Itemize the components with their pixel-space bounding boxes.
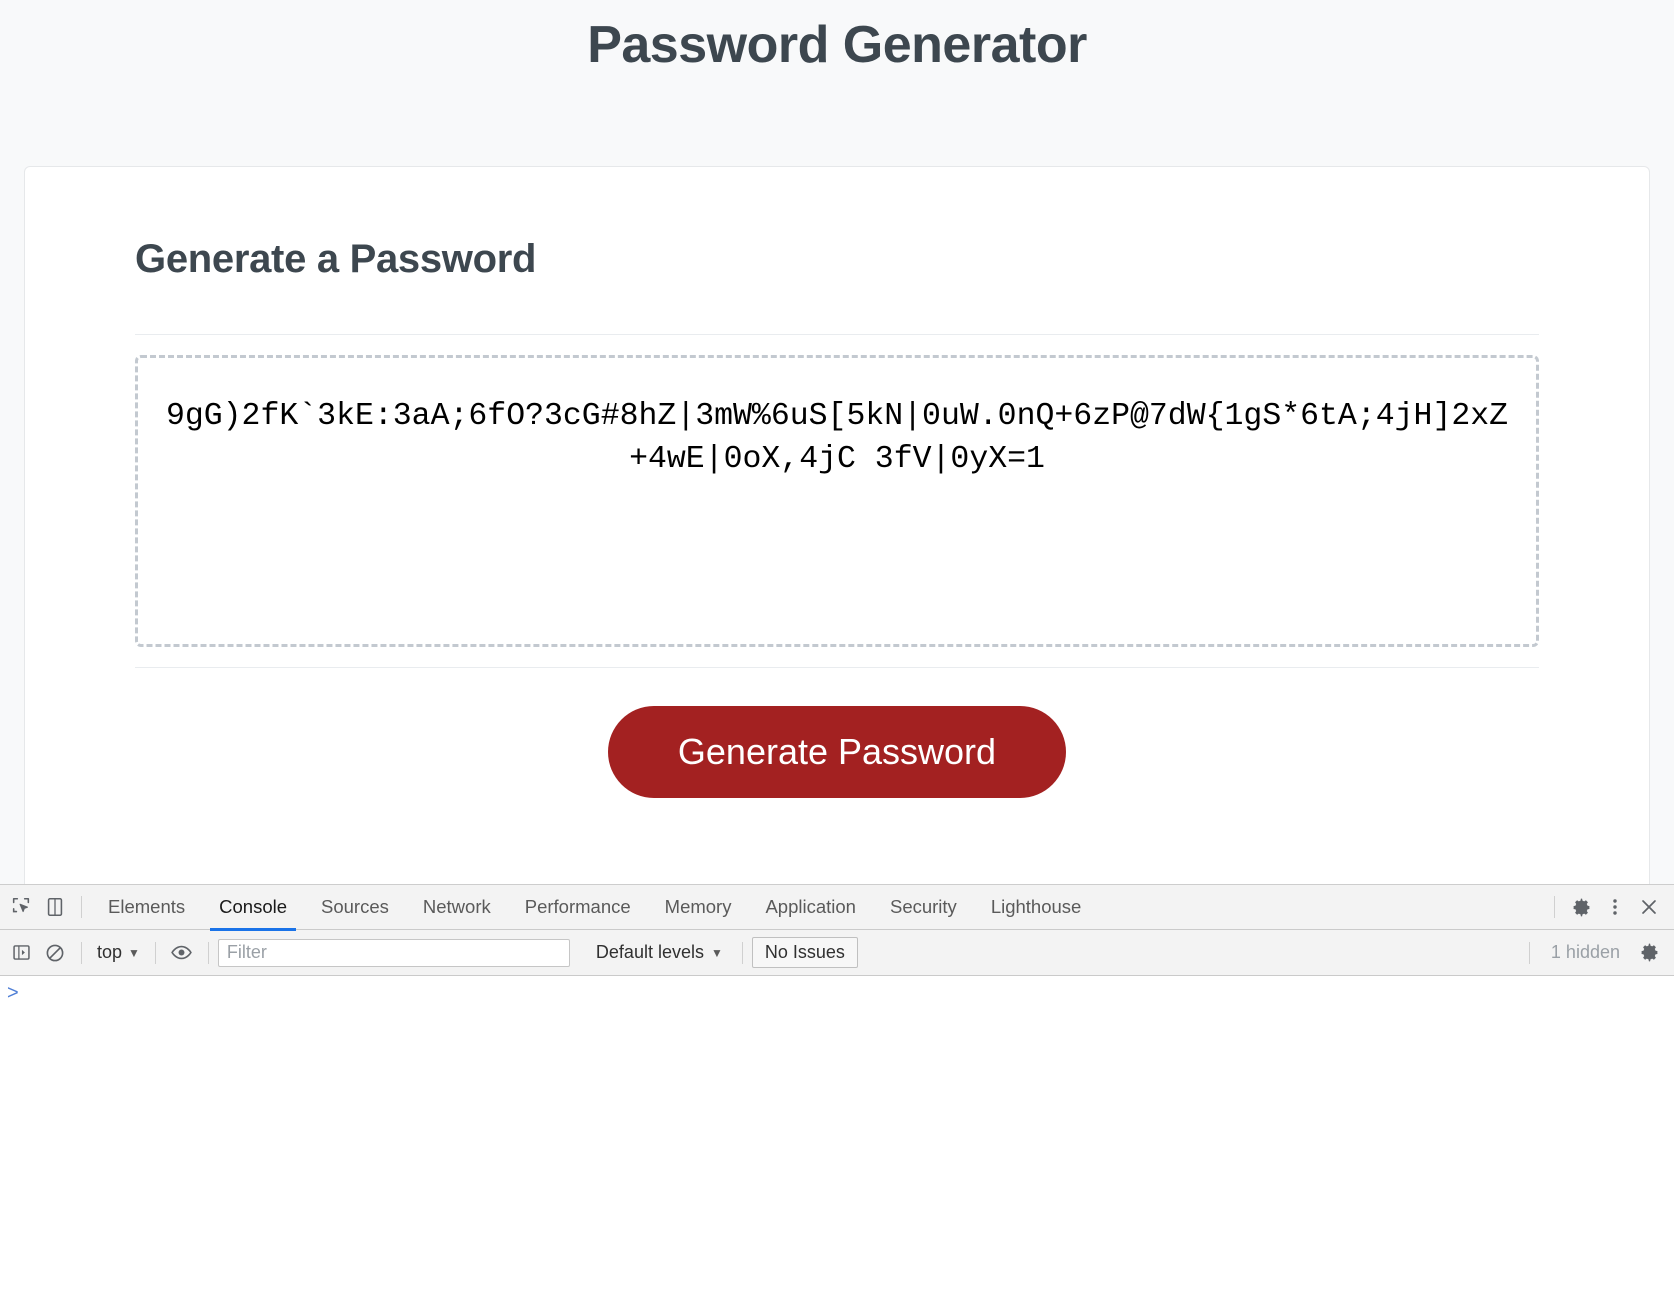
hidden-messages-count: 1 hidden [1550, 942, 1620, 962]
generate-password-button[interactable]: Generate Password [607, 706, 1067, 798]
no-issues-button[interactable]: No Issues [751, 937, 858, 968]
more-options-icon[interactable] [1598, 890, 1632, 924]
devtools-tabbar: Elements Console Sources Network Perform… [0, 885, 1674, 931]
chevron-down-icon: ▼ [128, 945, 140, 960]
divider-top [135, 334, 1539, 335]
devtools-tab-network[interactable]: Network [406, 885, 508, 930]
toolbar-divider-1 [81, 941, 82, 964]
page-title: Password Generator [587, 16, 1087, 74]
generate-button-row: Generate Password [135, 668, 1539, 798]
console-context-selector[interactable]: top ▼ [91, 942, 146, 963]
devtools-tab-lighthouse[interactable]: Lighthouse [974, 885, 1099, 930]
console-filter-input[interactable] [217, 938, 570, 967]
toolbar-divider-3 [207, 941, 209, 964]
console-input[interactable] [19, 983, 1674, 1007]
devtools-tab-application[interactable]: Application [748, 885, 873, 930]
close-icon[interactable] [1632, 890, 1666, 924]
devtools-tab-performance[interactable]: Performance [508, 885, 648, 930]
console-prompt-row[interactable]: > [0, 983, 1674, 1011]
toolbar-divider-4 [741, 941, 743, 964]
inspect-element-icon[interactable] [4, 890, 38, 924]
card-heading: Generate a Password [135, 237, 537, 281]
console-context-label: top [97, 942, 123, 962]
chevron-down-icon: ▼ [710, 945, 723, 960]
generated-password-text: 9gG)2fK`3kE:3aA;6fO?3cG#8hZ|3mW%6uS[5kN|… [165, 399, 1509, 477]
issues-settings-icon[interactable] [1632, 936, 1666, 970]
gear-icon[interactable] [1564, 890, 1598, 924]
card-content: Generate a Password 9gG)2fK`3kE:3aA;6fO?… [25, 167, 1649, 798]
clear-console-icon[interactable] [38, 936, 72, 970]
toolbar-divider-5 [1528, 941, 1530, 964]
console-log-levels-select[interactable]: Default levels ▼ [586, 942, 733, 963]
password-display-box[interactable]: 9gG)2fK`3kE:3aA;6fO?3cG#8hZ|3mW%6uS[5kN|… [135, 355, 1539, 647]
devtools-tab-console[interactable]: Console [202, 885, 304, 931]
console-prompt-caret: > [7, 982, 19, 1004]
web-page-viewport: Password Generator Generate a Password 9… [0, 0, 1674, 884]
devtools-tab-memory[interactable]: Memory [648, 885, 749, 930]
execute-sidebar-icon[interactable] [4, 936, 38, 970]
log-levels-label: Default levels [595, 942, 704, 962]
devtools-panel: Elements Console Sources Network Perform… [0, 884, 1674, 1303]
tabbar-divider-1 [81, 896, 82, 918]
devtools-tab-sources[interactable]: Sources [304, 885, 406, 930]
password-generator-card: Generate a Password 9gG)2fK`3kE:3aA;6fO?… [24, 166, 1650, 884]
live-expression-icon[interactable] [165, 936, 199, 970]
tabbar-divider-2 [1554, 896, 1555, 918]
devtools-tab-elements[interactable]: Elements [91, 885, 202, 930]
device-toolbar-icon[interactable] [38, 890, 72, 924]
toolbar-divider-2 [154, 941, 156, 964]
console-output-area[interactable]: > [0, 976, 1674, 1303]
devtools-tab-security[interactable]: Security [873, 885, 974, 930]
console-toolbar: top ▼ Default levels ▼ No Issues 1 hidde… [0, 930, 1674, 976]
